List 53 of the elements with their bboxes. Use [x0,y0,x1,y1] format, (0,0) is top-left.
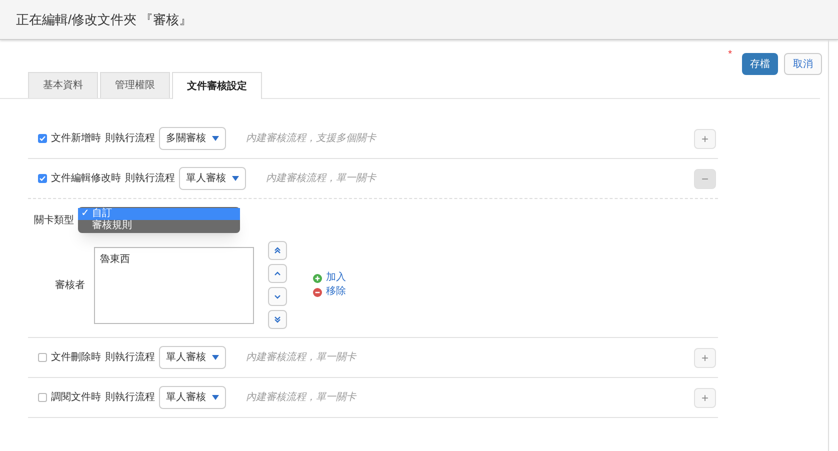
move-down-button[interactable] [268,287,287,306]
flow-note: 內建審核流程，支援多個關卡 [246,132,376,146]
flow-note: 內建審核流程，單一關卡 [266,172,376,186]
checkbox[interactable] [38,393,47,402]
caret-icon [212,355,219,360]
move-up-button[interactable] [268,264,287,283]
checkbox[interactable] [38,353,47,362]
tab[interactable]: 文件審核設定 [172,72,262,99]
required-mark: * [728,50,732,60]
double-chevron-up-icon [274,247,281,254]
save-button[interactable]: 存檔 [742,53,778,75]
action-label: 則執行流程 [105,350,155,365]
menu-item[interactable]: ✓ 自訂 [78,208,240,220]
add-link[interactable]: 加入 [313,271,346,285]
move-bottom-button[interactable] [268,310,287,329]
minus-circle-icon [313,288,322,296]
expand-button[interactable]: + [694,388,716,408]
action-label: 則執行流程 [125,172,175,186]
expand-button[interactable]: + [694,348,716,368]
expand-button[interactable]: + [694,128,716,148]
chevron-up-icon [274,270,281,277]
action-label: 則執行流程 [105,132,155,146]
caret-icon [232,176,239,181]
flow-select[interactable]: 單人審核 [179,167,246,190]
chevron-down-icon [274,293,281,300]
event-label: 文件刪除時 [51,350,101,365]
action-label: 則執行流程 [105,390,155,405]
plus-circle-icon [313,274,322,282]
remove-link[interactable]: 移除 [313,285,346,299]
double-chevron-down-icon [274,316,281,323]
checkbox[interactable] [38,134,47,143]
tab[interactable]: 管理權限 [100,72,170,98]
checkbox[interactable] [38,174,47,183]
flow-note: 內建審核流程，單一關卡 [246,390,356,405]
move-top-button[interactable] [268,241,287,260]
menu-item[interactable]: 審核規則 [78,220,240,232]
page-title: 正在編輯/修改文件夾 『審核』 [16,10,192,29]
flow-select[interactable]: 單人審核 [159,386,226,409]
reviewer-item[interactable]: 魯東西 [100,252,248,266]
reviewers-label: 審核者 [54,278,86,292]
cancel-button[interactable]: 取消 [784,53,822,75]
flow-select[interactable]: 單人審核 [159,346,226,369]
tab[interactable]: 基本資料 [28,72,98,98]
caret-icon [212,395,219,400]
gate-type-label: 關卡類型 [34,214,74,228]
reviewers-list[interactable]: 魯東西 [94,246,254,324]
event-label: 文件編輯修改時 [51,172,121,186]
flow-note: 內建審核流程，單一關卡 [246,350,356,365]
collapse-button[interactable]: − [694,168,716,188]
flow-select[interactable]: 多關審核 [159,127,226,150]
caret-icon [212,136,219,141]
event-label: 調閱文件時 [51,390,101,405]
event-label: 文件新增時 [51,132,101,146]
